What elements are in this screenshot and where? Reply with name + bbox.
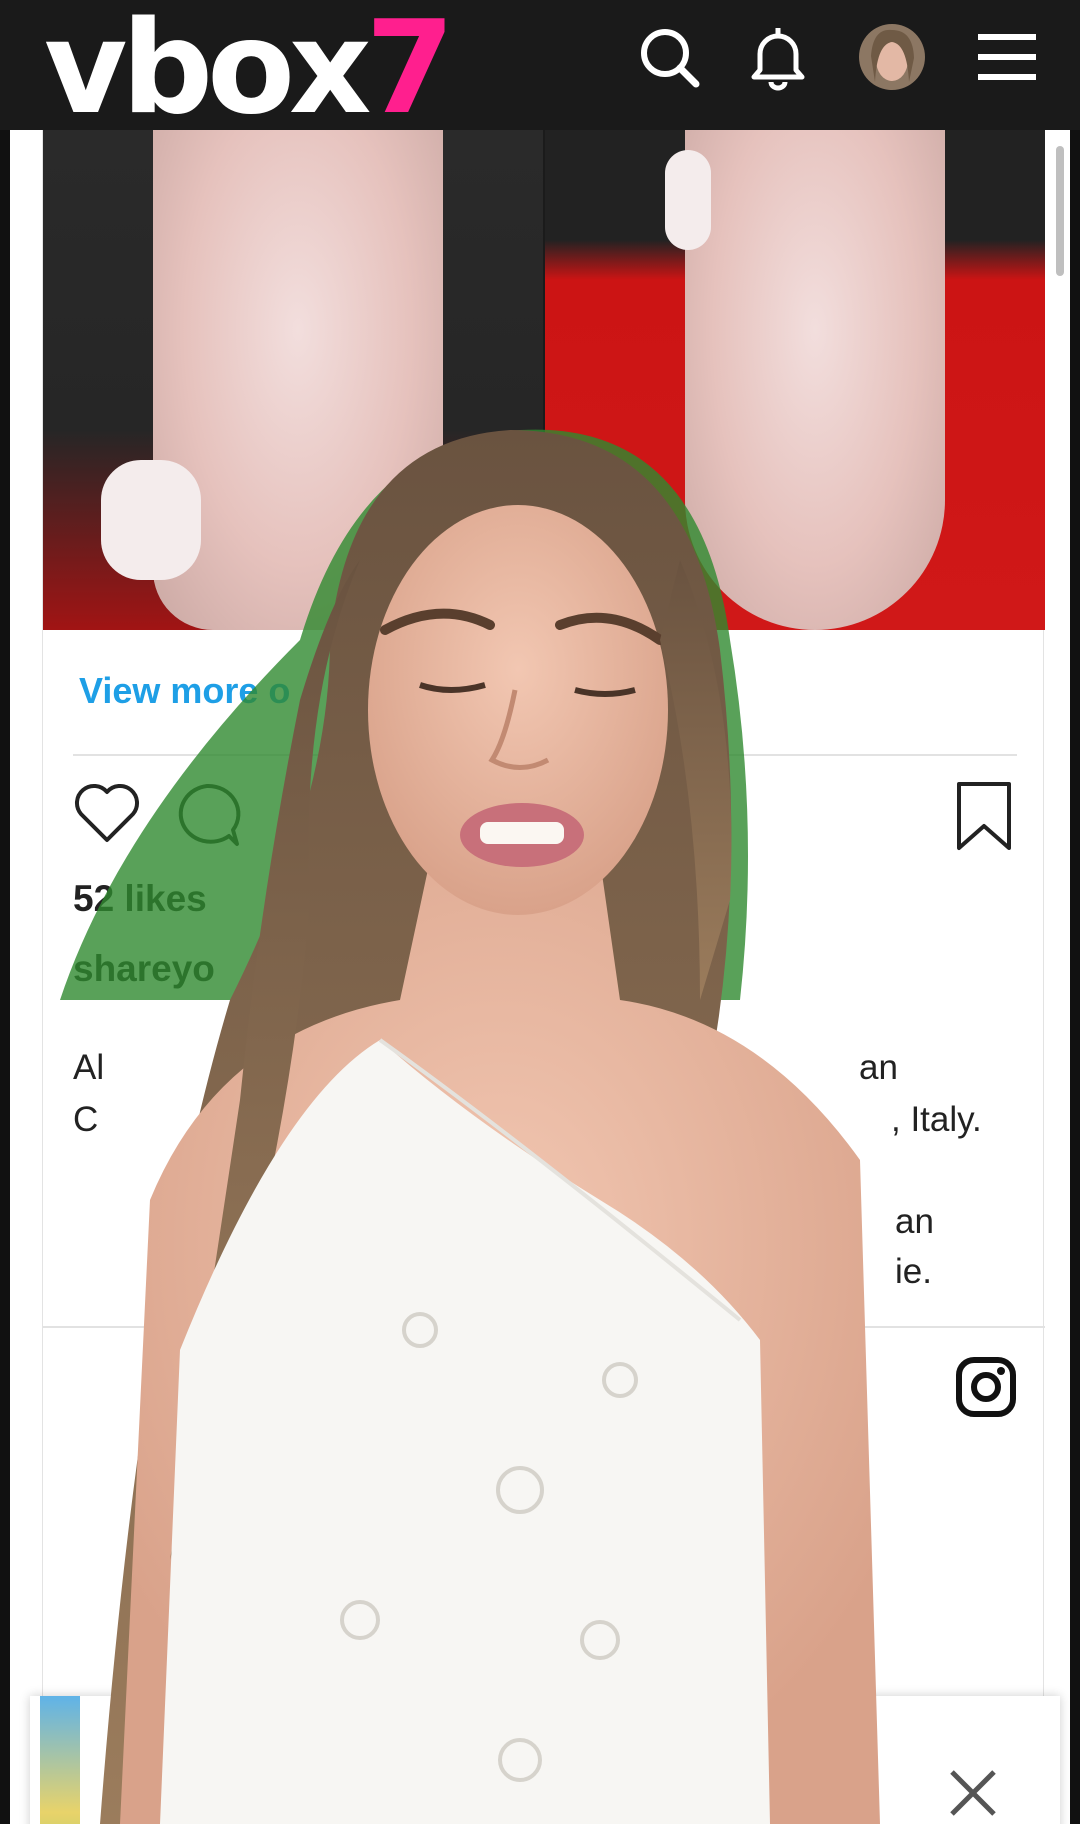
menu-icon[interactable] xyxy=(972,22,1042,92)
vbox7-logo[interactable]: vbox7 xyxy=(44,4,455,134)
site-header: vbox7 xyxy=(0,0,1080,134)
bell-icon[interactable] xyxy=(743,22,813,92)
instagram-embed: View more o 52 likes shareyo Al an C , I… xyxy=(42,130,1045,1770)
logo-text: vbox xyxy=(44,0,372,143)
page-content: View more o 52 likes shareyo Al an C , I… xyxy=(10,130,1070,1824)
caption-line: an xyxy=(895,1202,934,1241)
view-more-link[interactable]: View more o xyxy=(79,670,290,712)
search-icon[interactable] xyxy=(634,22,704,92)
photo-right-panel xyxy=(545,130,1045,630)
caption-line: C xyxy=(73,1100,99,1139)
likes-count: 52 likes xyxy=(73,878,207,919)
scrollbar[interactable] xyxy=(1056,146,1064,276)
post-username[interactable]: shareyo xyxy=(73,948,215,990)
photo-left-panel xyxy=(43,130,543,630)
caption-line: , Italy. xyxy=(891,1100,982,1139)
bookmark-icon[interactable] xyxy=(955,780,1013,852)
caption-line: an xyxy=(859,1048,898,1087)
instagram-icon[interactable] xyxy=(955,1356,1017,1418)
post-photo[interactable] xyxy=(43,130,1045,630)
avatar[interactable] xyxy=(857,22,927,92)
caption-line: Al xyxy=(73,1048,105,1087)
divider xyxy=(43,1326,1045,1328)
ad-thumbnail xyxy=(40,1696,80,1824)
comment-icon[interactable] xyxy=(171,780,243,850)
close-icon[interactable] xyxy=(948,1768,998,1818)
caption-line: ie. xyxy=(895,1252,932,1291)
like-heart-icon[interactable] xyxy=(71,780,143,846)
divider xyxy=(73,754,1017,756)
logo-accent: 7 xyxy=(365,0,455,143)
bottom-ad-banner[interactable] xyxy=(30,1696,1060,1824)
